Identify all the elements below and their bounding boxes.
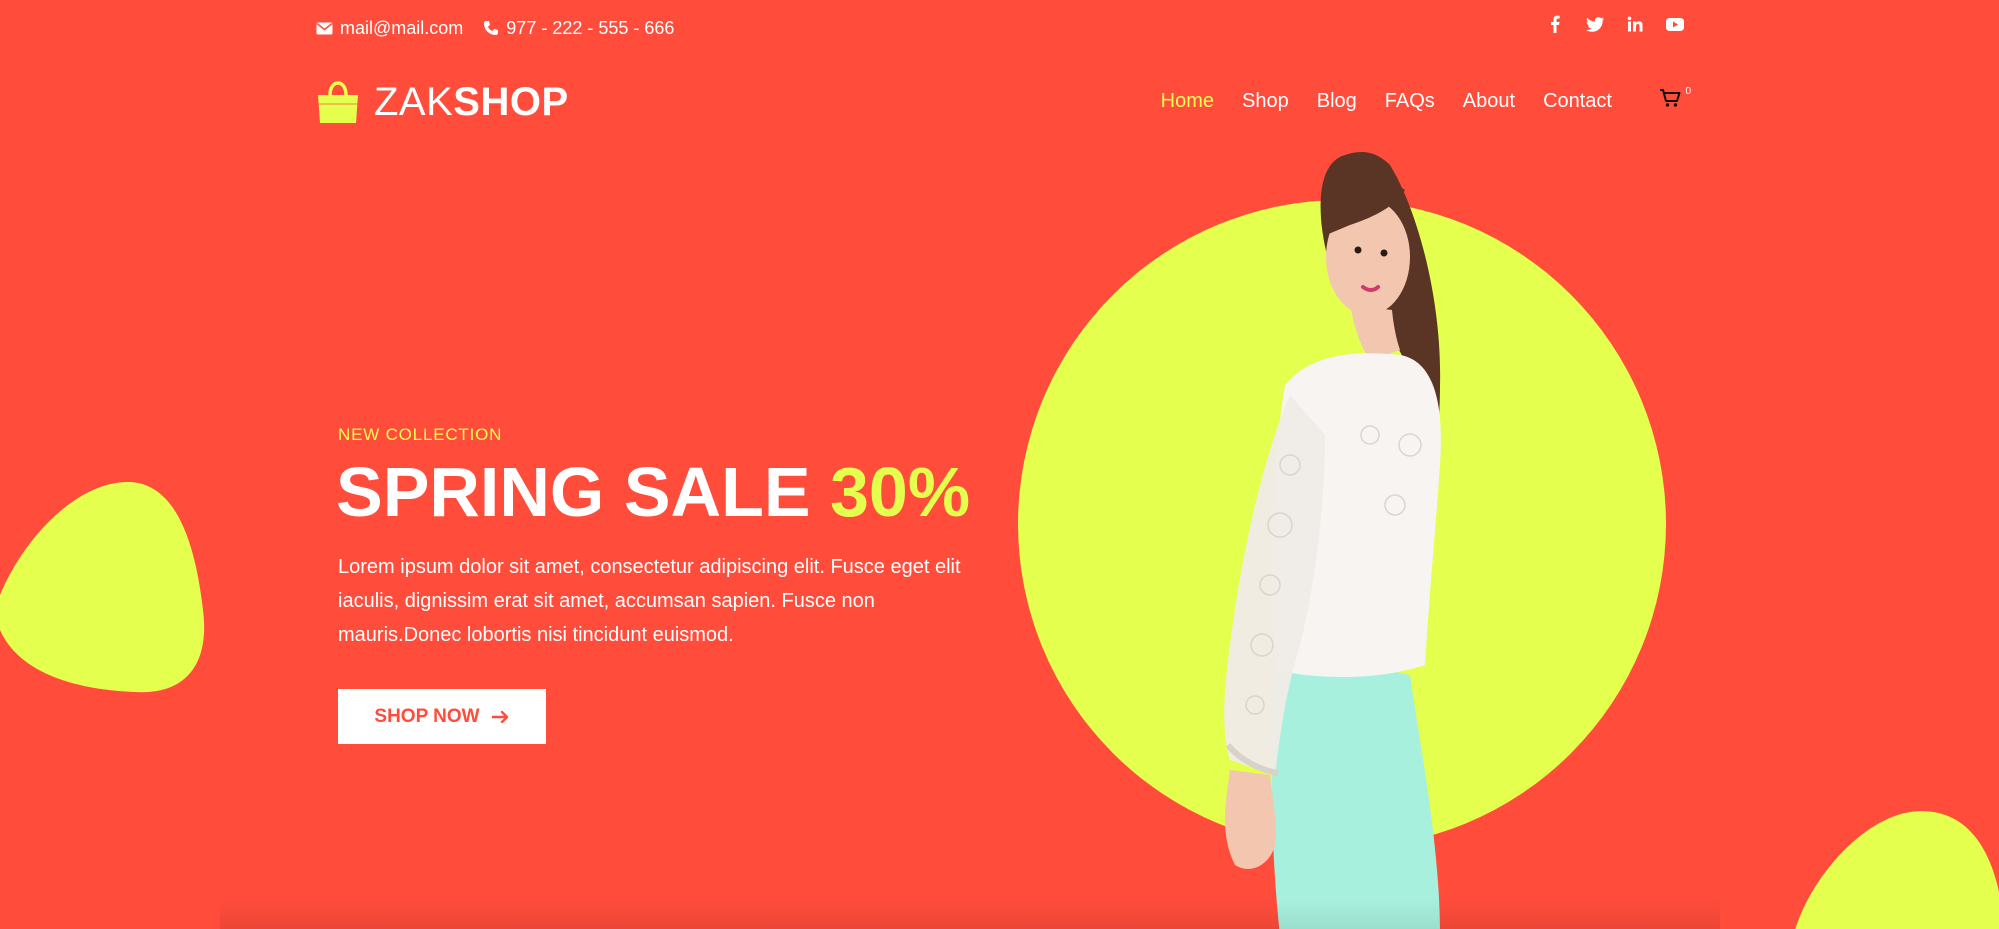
envelope-icon — [316, 22, 333, 34]
nav-contact[interactable]: Contact — [1543, 90, 1612, 113]
logo-text-part1: ZAK — [374, 80, 454, 124]
nav-home[interactable]: Home — [1161, 90, 1214, 113]
cart-button[interactable]: 0 — [1659, 86, 1691, 116]
linkedin-icon[interactable] — [1626, 15, 1644, 33]
model-image — [1224, 152, 1441, 929]
cart-count: 0 — [1685, 86, 1691, 97]
nav-about[interactable]: About — [1463, 90, 1515, 113]
hero-eyebrow: NEW COLLECTION — [338, 425, 503, 444]
youtube-icon[interactable] — [1666, 15, 1684, 33]
logo-text-part2: SHOP — [453, 80, 569, 124]
phone-text: 977 - 222 - 555 - 666 — [506, 17, 675, 38]
logo-text: ZAKSHOP — [374, 80, 569, 125]
decorative-blob-right — [1795, 811, 1999, 929]
section-shadow — [220, 900, 1720, 929]
hero-headline-main: SPRING SALE — [336, 453, 811, 531]
shop-now-label: SHOP NOW — [374, 705, 480, 727]
twitter-icon[interactable] — [1586, 15, 1604, 33]
phone-icon — [484, 21, 499, 35]
nav-blog[interactable]: Blog — [1317, 90, 1357, 113]
hero-headline: SPRING SALE 30% — [336, 448, 970, 536]
shop-now-button[interactable]: SHOP NOW — [338, 689, 546, 744]
phone-contact[interactable]: 977 - 222 - 555 - 666 — [483, 18, 674, 39]
top-bar: mail@mail.com 977 - 222 - 555 - 666 — [316, 14, 684, 42]
main-nav: Home Shop Blog FAQs About Contact — [1161, 90, 1612, 113]
nav-shop[interactable]: Shop — [1242, 90, 1289, 113]
hero-section: mail@mail.com 977 - 222 - 555 - 666 ZAKS… — [0, 0, 1999, 929]
shopping-bag-icon — [318, 80, 358, 123]
hero-description: Lorem ipsum dolor sit amet, consectetur … — [338, 556, 961, 646]
site-logo[interactable]: ZAKSHOP — [316, 80, 569, 125]
hero-headline-accent: 30% — [829, 453, 971, 531]
email-contact[interactable]: mail@mail.com — [316, 18, 463, 39]
nav-faqs[interactable]: FAQs — [1385, 90, 1435, 113]
social-links — [1546, 15, 1684, 33]
email-text: mail@mail.com — [340, 17, 464, 38]
decorative-blob-left — [0, 481, 205, 693]
arrow-right-icon — [491, 710, 508, 723]
facebook-icon[interactable] — [1546, 15, 1564, 33]
cart-icon — [1660, 89, 1681, 107]
